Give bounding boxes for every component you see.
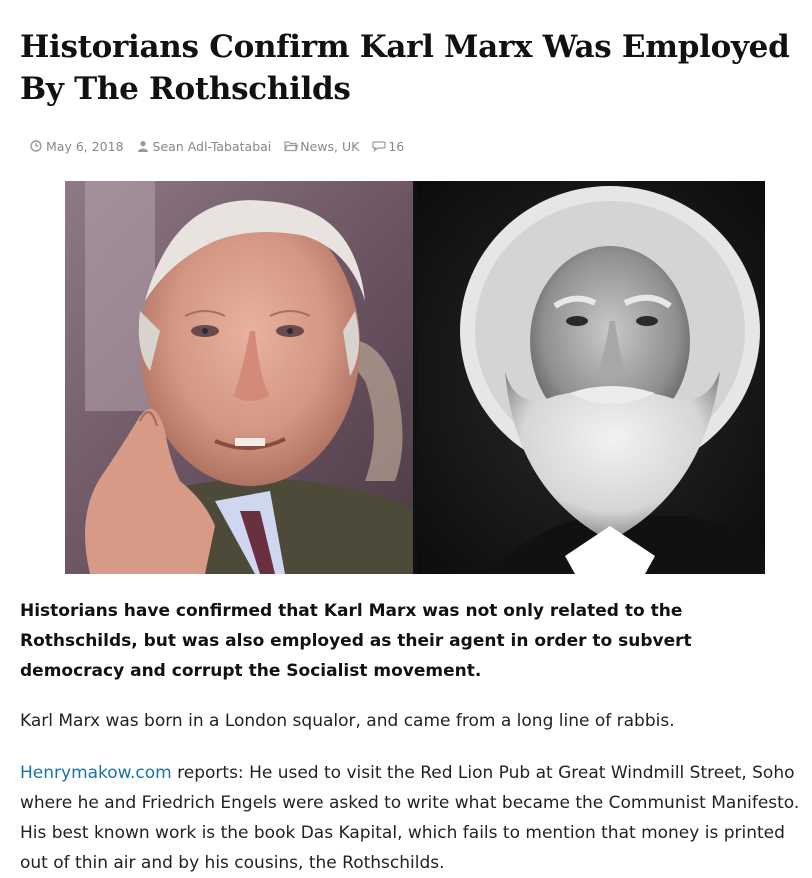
post-categories-link[interactable]: News, UK bbox=[300, 139, 359, 154]
source-link[interactable]: Henrymakow.com bbox=[20, 763, 172, 783]
article-title: Historians Confirm Karl Marx Was Employe… bbox=[20, 29, 790, 107]
article-lead: Historians have confirmed that Karl Marx… bbox=[20, 601, 692, 681]
user-icon bbox=[137, 140, 149, 152]
comment-icon bbox=[372, 140, 386, 152]
post-comments-link[interactable]: 16 bbox=[388, 139, 404, 154]
right-portrait bbox=[417, 181, 765, 574]
post-categories: News, UK bbox=[284, 139, 359, 154]
article-paragraph-2: Henrymakow.com reports: He used to visit… bbox=[20, 758, 800, 878]
post-author: Sean Adl-Tabatabai bbox=[137, 139, 272, 154]
post-date-link[interactable]: May 6, 2018 bbox=[46, 139, 124, 154]
post-author-link[interactable]: Sean Adl-Tabatabai bbox=[153, 139, 272, 154]
hero-image bbox=[65, 181, 765, 574]
left-portrait bbox=[65, 181, 413, 574]
article-paragraph-1: Karl Marx was born in a London squalor, … bbox=[20, 711, 675, 731]
post-comments: 16 bbox=[372, 139, 404, 154]
post-date: May 6, 2018 bbox=[30, 139, 124, 154]
folder-icon bbox=[284, 140, 299, 152]
post-meta: May 6, 2018 Sean Adl-Tabatabai News, UK bbox=[30, 137, 417, 155]
clock-icon bbox=[30, 140, 42, 152]
article-page: Historians Confirm Karl Marx Was Employe… bbox=[0, 0, 812, 874]
